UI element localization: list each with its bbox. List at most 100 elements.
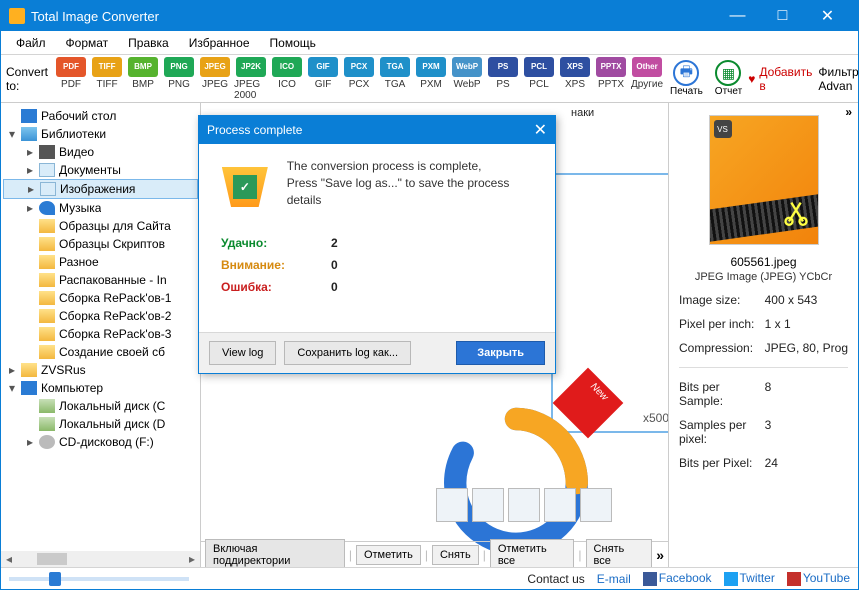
dialog-close-icon[interactable]: ✕ bbox=[534, 120, 547, 140]
contact-link[interactable]: Contact us bbox=[527, 572, 584, 586]
tree-item[interactable]: ▸Документы bbox=[3, 161, 198, 179]
format-xps[interactable]: XPSXPS bbox=[558, 57, 592, 90]
vista-icon bbox=[544, 488, 576, 522]
folder-icon bbox=[39, 219, 55, 233]
format-gif[interactable]: GIFGIF bbox=[306, 57, 340, 90]
tree-item[interactable]: ▸Музыка bbox=[3, 199, 198, 217]
save-log-button[interactable]: Сохранить log как... bbox=[284, 341, 411, 365]
format-badge: PCL bbox=[524, 57, 554, 77]
tree-item[interactable]: ▸ZVSRus bbox=[3, 361, 198, 379]
tree-item[interactable]: Распакованные - In bbox=[3, 271, 198, 289]
tree-item[interactable]: Сборка RePack'ов-2 bbox=[3, 307, 198, 325]
selbar-button[interactable]: Отметить bbox=[356, 545, 421, 565]
format-pxm[interactable]: PXMPXM bbox=[414, 57, 448, 90]
email-link[interactable]: E-mail bbox=[597, 572, 631, 586]
format-badge: PDF bbox=[56, 57, 86, 77]
format-badge: TIFF bbox=[92, 57, 122, 77]
folder-icon bbox=[39, 273, 55, 287]
format-tga[interactable]: TGATGA bbox=[378, 57, 412, 90]
scroll-thumb[interactable] bbox=[37, 553, 67, 565]
scroll-right-icon[interactable]: ▸ bbox=[184, 552, 200, 566]
scissors-icon bbox=[782, 198, 810, 226]
tree-item[interactable]: Локальный диск (C bbox=[3, 397, 198, 415]
selbar-more[interactable]: » bbox=[656, 547, 664, 563]
format-ico[interactable]: ICOICO bbox=[270, 57, 304, 90]
format-badge: BMP bbox=[128, 57, 158, 77]
selbar-button[interactable]: Отметить все bbox=[490, 539, 575, 568]
menu-помощь[interactable]: Помощь bbox=[260, 33, 326, 53]
format-pdf[interactable]: PDFPDF bbox=[54, 57, 88, 90]
tree-item[interactable]: ▸Изображения bbox=[3, 179, 198, 199]
format-badge: XPS bbox=[560, 57, 590, 77]
prop-val: 1 x 1 bbox=[765, 317, 848, 331]
xp-icon bbox=[580, 488, 612, 522]
format-pcx[interactable]: PCXPCX bbox=[342, 57, 376, 90]
prop-val: 8 bbox=[765, 380, 848, 408]
twitter-link[interactable]: Twitter bbox=[724, 571, 775, 586]
error-label: Ошибка: bbox=[221, 280, 331, 294]
selection-toolbar: Включая поддиректории|Отметить|Снять|Отм… bbox=[201, 541, 668, 567]
menu-правка[interactable]: Правка bbox=[118, 33, 179, 53]
slider-handle[interactable] bbox=[49, 572, 61, 586]
minimize-button[interactable]: — bbox=[715, 1, 760, 31]
tree-item[interactable]: ▸CD-дисковод (F:) bbox=[3, 433, 198, 451]
window-title: Total Image Converter bbox=[31, 9, 715, 24]
format-tiff[interactable]: TIFFTIFF bbox=[90, 57, 124, 90]
tree-item[interactable]: Сборка RePack'ов-1 bbox=[3, 289, 198, 307]
zoom-slider[interactable] bbox=[9, 577, 189, 581]
facebook-link[interactable]: Facebook bbox=[643, 571, 712, 586]
folder-tree[interactable]: Рабочий стол▾Библиотеки▸Видео▸Документы▸… bbox=[1, 103, 201, 567]
report-button[interactable]: ▦ Отчет bbox=[715, 60, 742, 97]
selbar-button[interactable]: Снять все bbox=[586, 539, 653, 568]
maximize-button[interactable]: □ bbox=[760, 1, 805, 31]
stats-grid: Удачно:2 Внимание:0 Ошибка:0 bbox=[217, 236, 537, 294]
tree-item[interactable]: Создание своей сб bbox=[3, 343, 198, 361]
menu-файл[interactable]: Файл bbox=[6, 33, 56, 53]
print-button[interactable]: 🖶 Печать bbox=[670, 60, 703, 97]
facebook-icon bbox=[643, 572, 657, 586]
format-png[interactable]: PNGPNG bbox=[162, 57, 196, 90]
format-pptx[interactable]: PPTXPPTX bbox=[594, 57, 628, 90]
format-bmp[interactable]: BMPBMP bbox=[126, 57, 160, 90]
tree-item[interactable]: ▾Библиотеки bbox=[3, 125, 198, 143]
filter-area: Фильтр: Advan bbox=[818, 65, 859, 93]
tree-hscroll[interactable]: ◂ ▸ bbox=[1, 551, 200, 567]
youtube-link[interactable]: YouTube bbox=[787, 571, 850, 586]
format-webp[interactable]: WebPWebP bbox=[450, 57, 484, 90]
close-dialog-button[interactable]: Закрыть bbox=[456, 341, 545, 365]
tree-item[interactable]: Локальный диск (D bbox=[3, 415, 198, 433]
tree-item[interactable]: Рабочий стол bbox=[3, 107, 198, 125]
format-badge: Other bbox=[632, 57, 662, 77]
add-favorite-button[interactable]: ♥ Добавить в bbox=[748, 65, 812, 93]
close-button[interactable]: ✕ bbox=[805, 1, 850, 31]
tree-item[interactable]: ▸Видео bbox=[3, 143, 198, 161]
tree-item[interactable]: ▾Компьютер bbox=[3, 379, 198, 397]
view-log-button[interactable]: View log bbox=[209, 341, 276, 365]
properties-panel: » VS 605561.jpeg JPEG Image (JPEG) YCbCr… bbox=[668, 103, 858, 567]
format-jpeg[interactable]: JPEGJPEG bbox=[198, 57, 232, 90]
menu-формат[interactable]: Формат bbox=[56, 33, 119, 53]
print-icon: 🖶 bbox=[673, 60, 699, 86]
menu-избранное[interactable]: Избранное bbox=[179, 33, 260, 53]
folder-icon bbox=[39, 327, 55, 341]
img-icon bbox=[40, 182, 56, 196]
selbar-button[interactable]: Снять bbox=[432, 545, 479, 565]
report-icon: ▦ bbox=[715, 60, 741, 86]
tree-item[interactable]: Образцы для Сайта bbox=[3, 217, 198, 235]
scroll-left-icon[interactable]: ◂ bbox=[1, 552, 17, 566]
format-jpeg 2000[interactable]: JP2KJPEG 2000 bbox=[234, 57, 268, 101]
dialog-titlebar[interactable]: Process complete ✕ bbox=[199, 116, 555, 144]
format-другие[interactable]: OtherДругие bbox=[630, 57, 664, 90]
panel-more-button[interactable]: » bbox=[845, 105, 852, 119]
cd-icon bbox=[39, 435, 55, 449]
prop-key: Compression: bbox=[679, 341, 765, 355]
tree-item[interactable]: Разное bbox=[3, 253, 198, 271]
format-badge: PXM bbox=[416, 57, 446, 77]
mus-icon bbox=[39, 201, 55, 215]
tree-item[interactable]: Образцы Скриптов bbox=[3, 235, 198, 253]
format-ps[interactable]: PSPS bbox=[486, 57, 520, 90]
selbar-button[interactable]: Включая поддиректории bbox=[205, 539, 345, 568]
format-pcl[interactable]: PCLPCL bbox=[522, 57, 556, 90]
tree-item[interactable]: Сборка RePack'ов-3 bbox=[3, 325, 198, 343]
format-badge: ICO bbox=[272, 57, 302, 77]
